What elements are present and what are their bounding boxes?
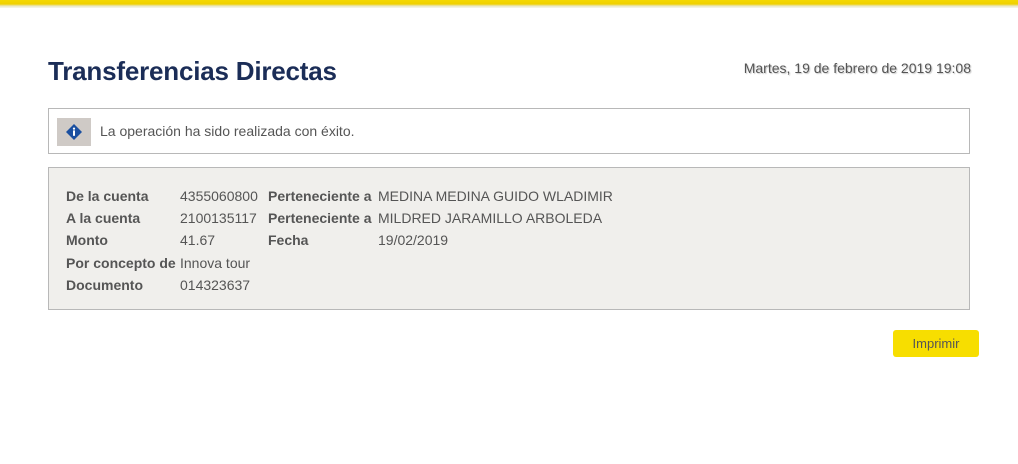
to-account-label: A la cuenta — [66, 210, 141, 226]
info-icon — [57, 118, 91, 146]
amount-label: Monto — [66, 232, 108, 248]
success-notice: La operación ha sido realizada con éxito… — [48, 108, 970, 154]
transfer-details-panel: De la cuenta 4355060800 Perteneciente a … — [48, 167, 970, 310]
notice-message: La operación ha sido realizada con éxito… — [100, 123, 355, 139]
page-title: Transferencias Directas — [48, 56, 337, 86]
concept-value: Innova tour — [180, 255, 251, 271]
from-owner-label: Perteneciente a — [268, 188, 372, 204]
to-owner-value: MILDRED JARAMILLO ARBOLEDA — [378, 210, 603, 226]
date-label: Fecha — [268, 232, 309, 248]
print-button[interactable]: Imprimir — [893, 330, 979, 357]
top-accent-bar — [0, 0, 1018, 8]
from-account-value: 4355060800 — [180, 188, 258, 204]
current-datetime: Martes, 19 de febrero de 2019 19:08 — [743, 60, 971, 76]
document-value: 014323637 — [180, 277, 251, 293]
amount-value: 41.67 — [180, 232, 216, 248]
document-label: Documento — [66, 277, 143, 293]
date-value: 19/02/2019 — [378, 232, 449, 248]
from-owner-value: MEDINA MEDINA GUIDO WLADIMIR — [378, 188, 613, 204]
from-account-label: De la cuenta — [66, 188, 149, 204]
to-owner-label: Perteneciente a — [268, 210, 372, 226]
concept-label: Por concepto de — [66, 255, 176, 271]
to-account-value: 2100135117 — [180, 210, 257, 226]
